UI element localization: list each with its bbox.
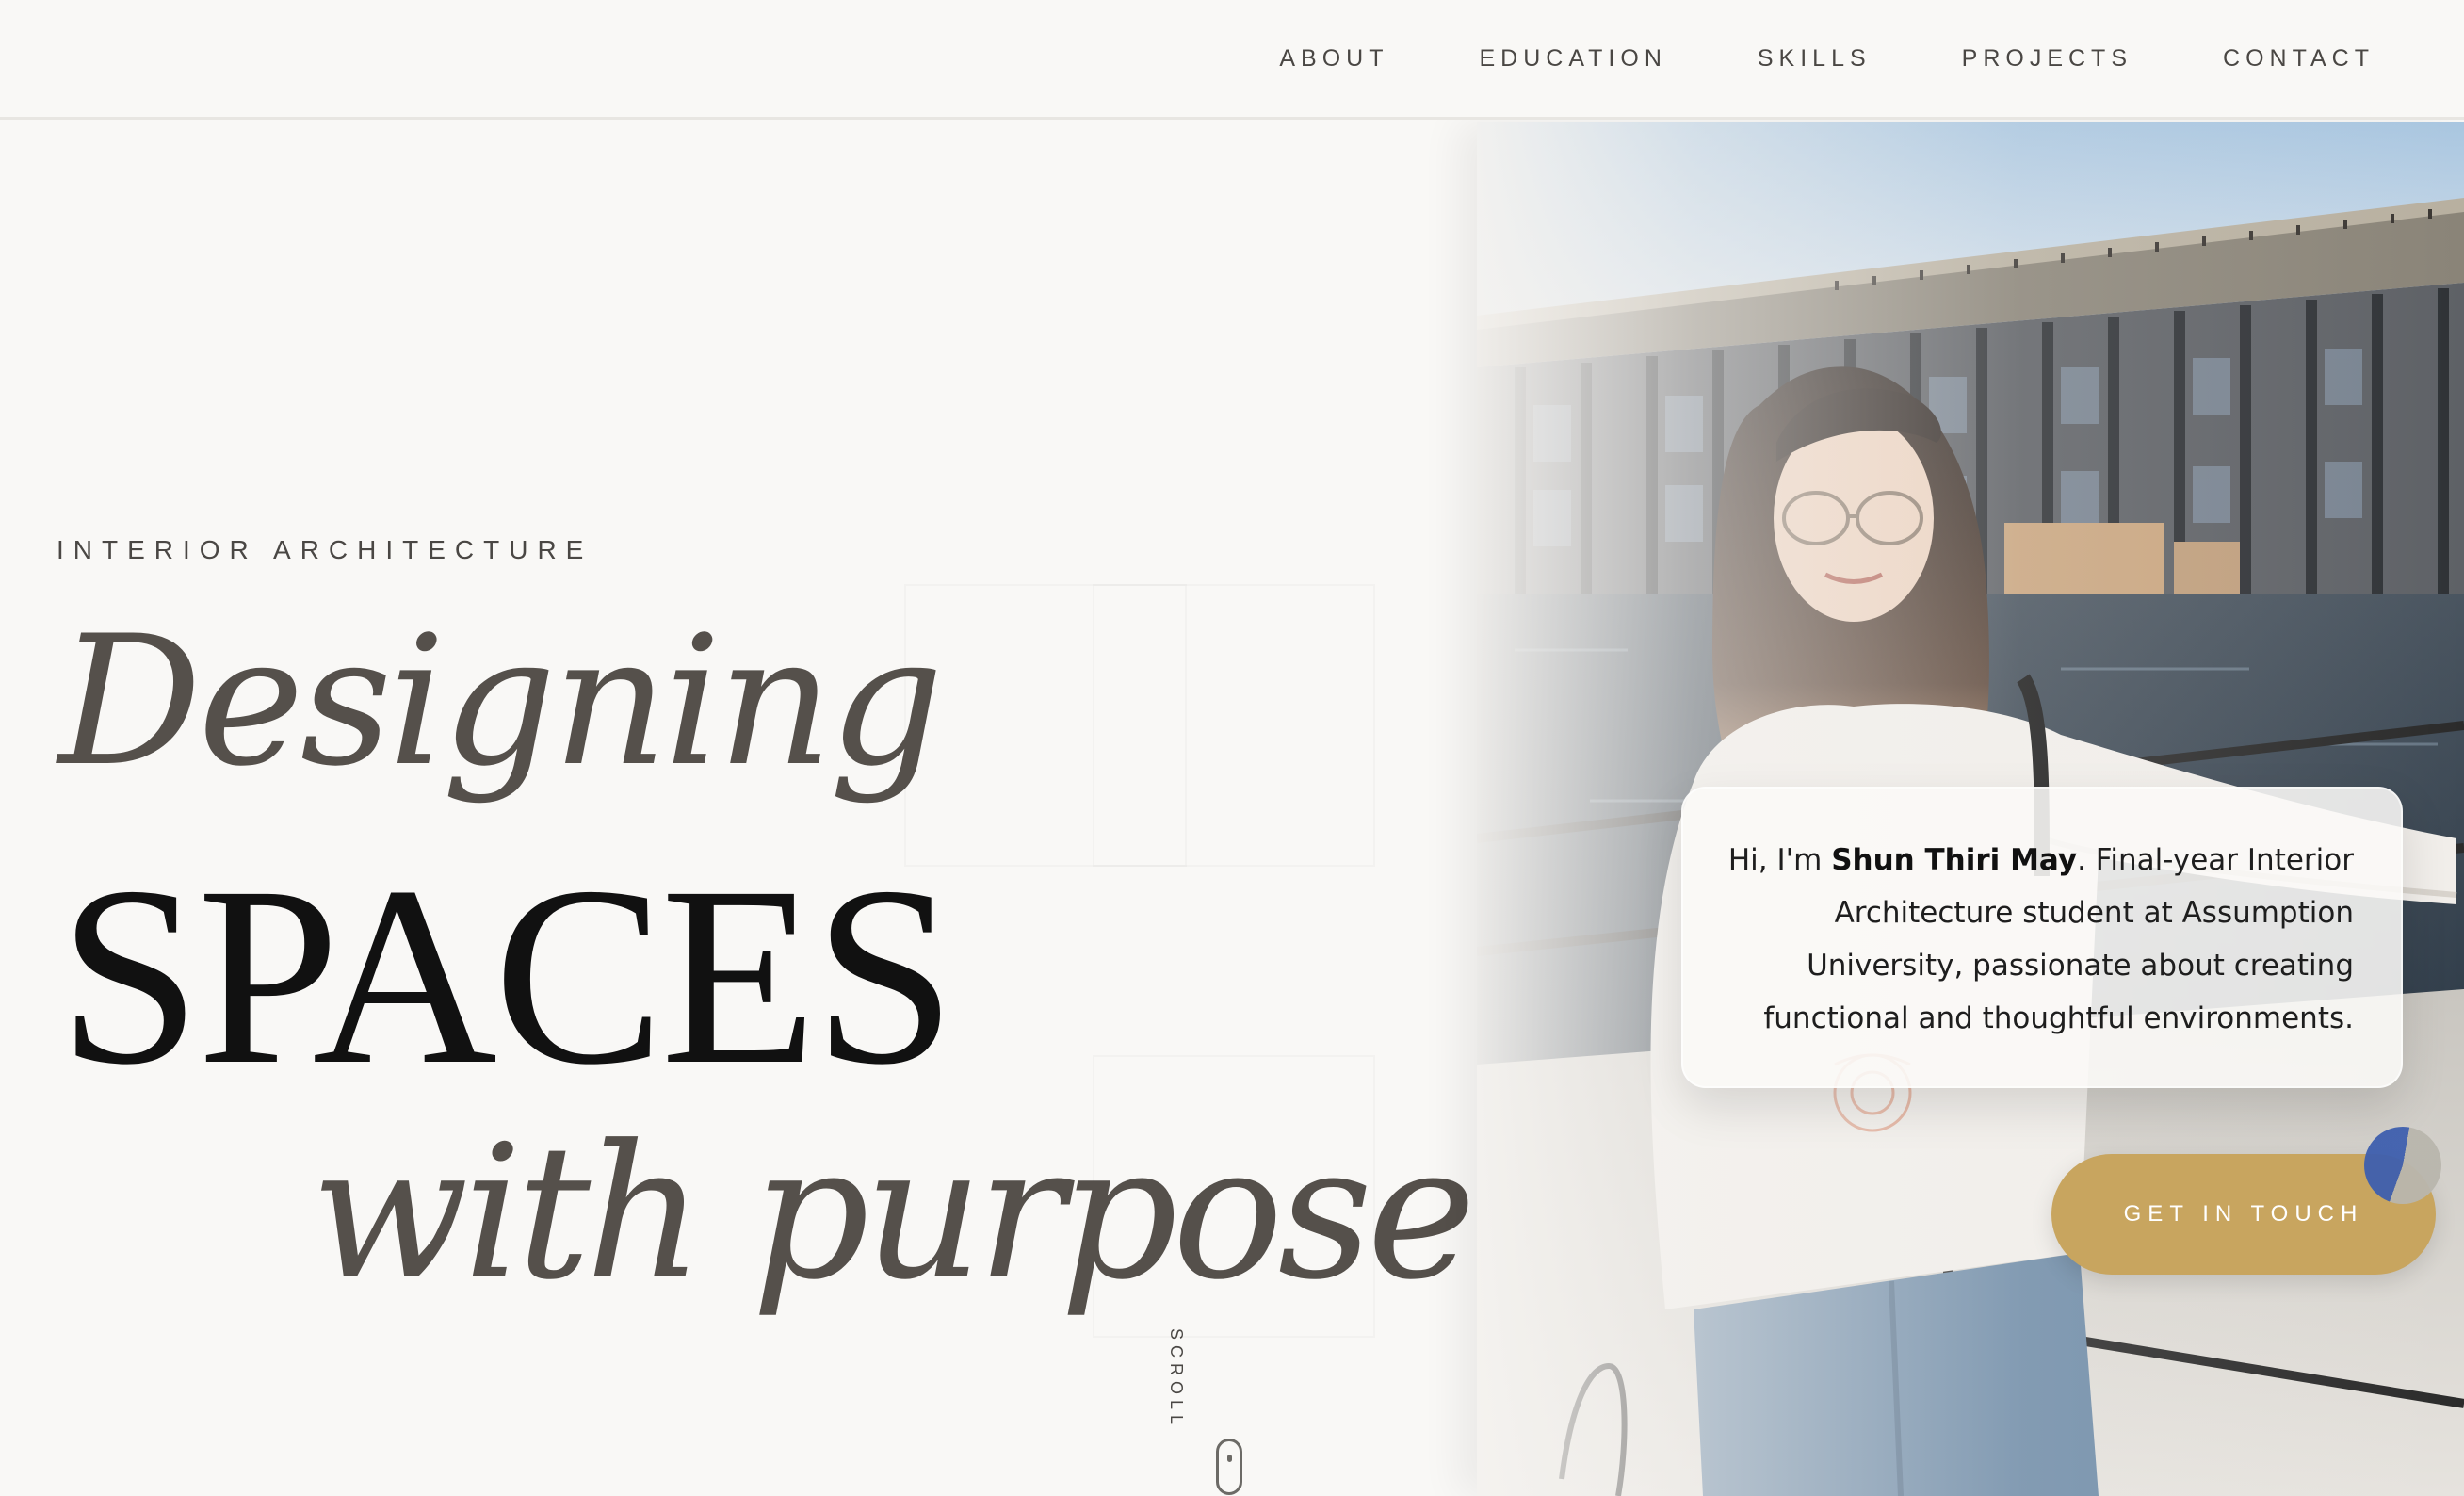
hero-headline-designing: Designing: [58, 597, 944, 805]
intro-prefix: Hi, I'm: [1727, 843, 1832, 877]
intro-card: Hi, I'm Shun Thiri May. Final-year Inter…: [1681, 787, 2403, 1088]
hero-headline-spaces: SPACES: [58, 834, 956, 1117]
decorative-orb-icon: [2364, 1127, 2441, 1204]
nav-link-about[interactable]: ABOUT: [1279, 45, 1388, 73]
hero-eyebrow: INTERIOR ARCHITECTURE: [57, 535, 593, 564]
top-navigation: ABOUT EDUCATION SKILLS PROJECTS CONTACT: [0, 0, 2464, 120]
hero-section: INTERIOR ARCHITECTURE Designing SPACES w…: [0, 122, 1529, 1496]
nav-link-skills[interactable]: SKILLS: [1758, 45, 1872, 73]
hero-headline-with-purpose: with purpose.: [311, 1106, 1529, 1321]
nav-link-projects[interactable]: PROJECTS: [1962, 45, 2132, 73]
scroll-label: SCROLL: [1167, 1328, 1186, 1431]
intro-name: Shun Thiri May: [1831, 843, 2078, 877]
nav-link-contact[interactable]: CONTACT: [2223, 45, 2375, 73]
background-grid-tile: [1093, 584, 1375, 867]
nav-link-education[interactable]: EDUCATION: [1480, 45, 1667, 73]
mouse-scroll-icon[interactable]: [1216, 1439, 1242, 1495]
nav-links: ABOUT EDUCATION SKILLS PROJECTS CONTACT: [1279, 45, 2375, 73]
get-in-touch-label: GET IN TOUCH: [2123, 1201, 2364, 1227]
